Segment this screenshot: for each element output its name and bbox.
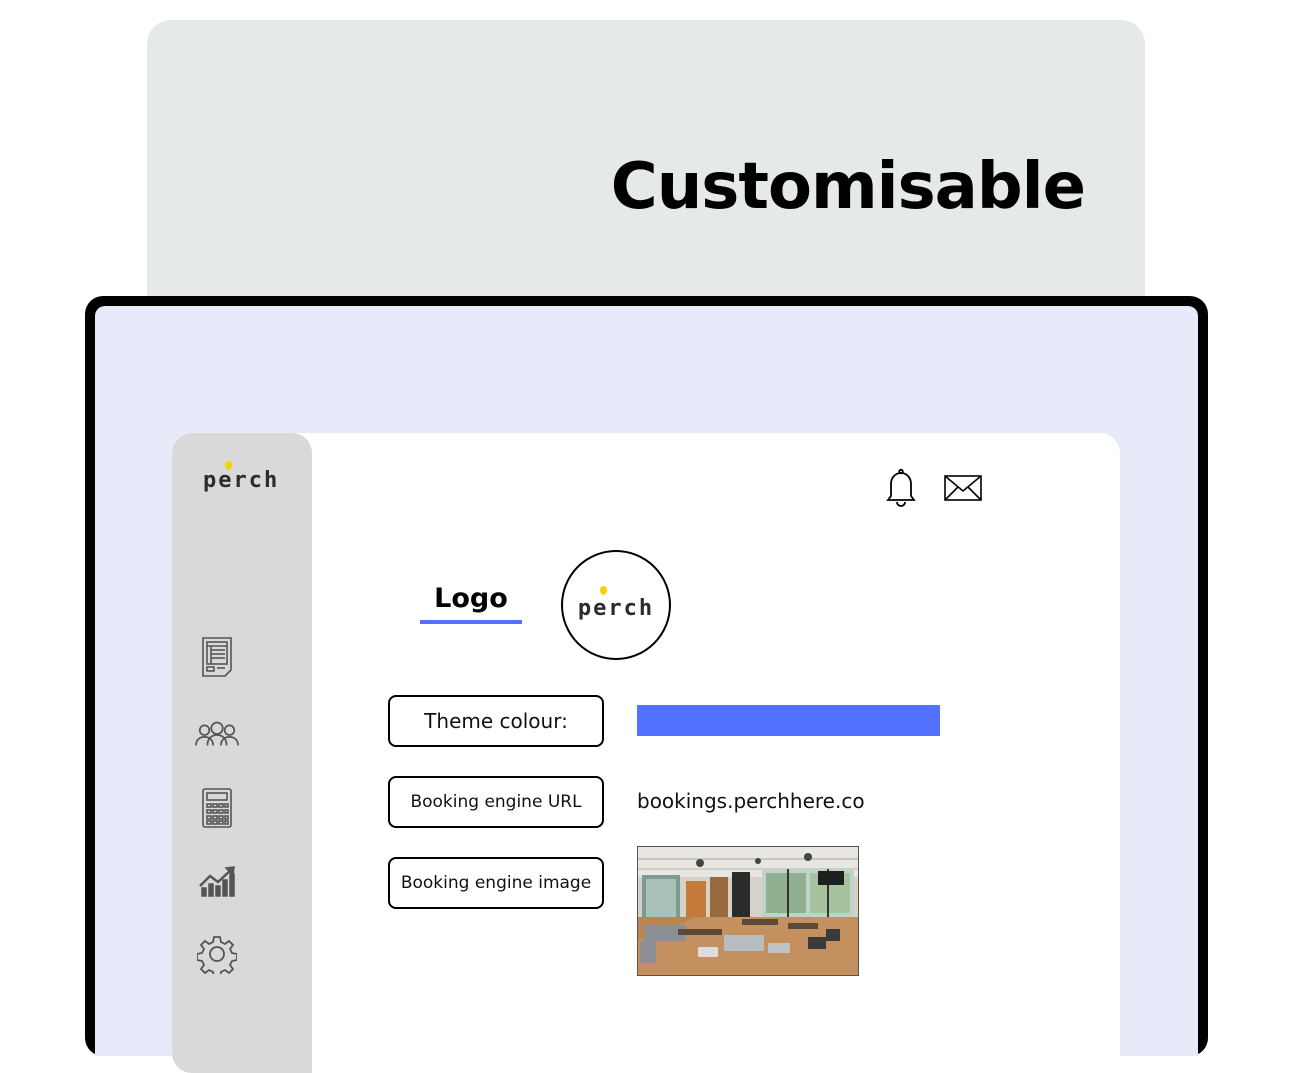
sidebar-item-analytics[interactable] <box>194 859 240 905</box>
sidebar-item-users[interactable] <box>194 712 240 758</box>
theme-colour-swatch[interactable] <box>637 705 940 736</box>
calculator-icon <box>202 788 232 828</box>
theme-colour-label: Theme colour: <box>388 695 604 747</box>
sidebar: perch <box>172 433 312 1073</box>
logo-preview[interactable]: perch <box>561 550 671 660</box>
coworking-photo <box>638 847 858 975</box>
booking-url-label: Booking engine URL <box>388 776 604 828</box>
document-icon <box>202 637 232 677</box>
sidebar-item-calculator[interactable] <box>194 785 240 831</box>
tab-logo[interactable]: Logo <box>420 583 522 624</box>
headline: Customisable <box>610 150 1086 224</box>
brand-name: perch <box>203 468 280 493</box>
users-icon <box>195 721 239 746</box>
screen: perch Logo perch Theme colour: Booking e… <box>95 306 1198 1073</box>
mail-icon <box>944 475 982 501</box>
app-window: perch Logo perch Theme colour: Booking e… <box>172 433 1120 1073</box>
headline-card: Customisable <box>147 20 1145 320</box>
brand-logo[interactable]: perch <box>203 461 280 493</box>
bell-icon <box>886 468 916 507</box>
device-frame: perch Logo perch Theme colour: Booking e… <box>85 296 1208 1073</box>
gear-icon <box>197 936 237 974</box>
notifications-button[interactable] <box>881 468 921 508</box>
booking-image-label: Booking engine image <box>388 857 604 909</box>
sidebar-item-settings[interactable] <box>194 931 240 977</box>
sidebar-item-documents[interactable] <box>194 634 240 680</box>
logo-preview-text: perch <box>577 585 655 621</box>
booking-url-value[interactable]: bookings.perchhere.co <box>637 789 865 813</box>
logo-preview-label: perch <box>577 595 655 621</box>
analytics-icon <box>199 866 235 897</box>
messages-button[interactable] <box>943 468 983 508</box>
logo-dot-icon <box>599 585 607 595</box>
booking-engine-image[interactable] <box>637 846 859 976</box>
